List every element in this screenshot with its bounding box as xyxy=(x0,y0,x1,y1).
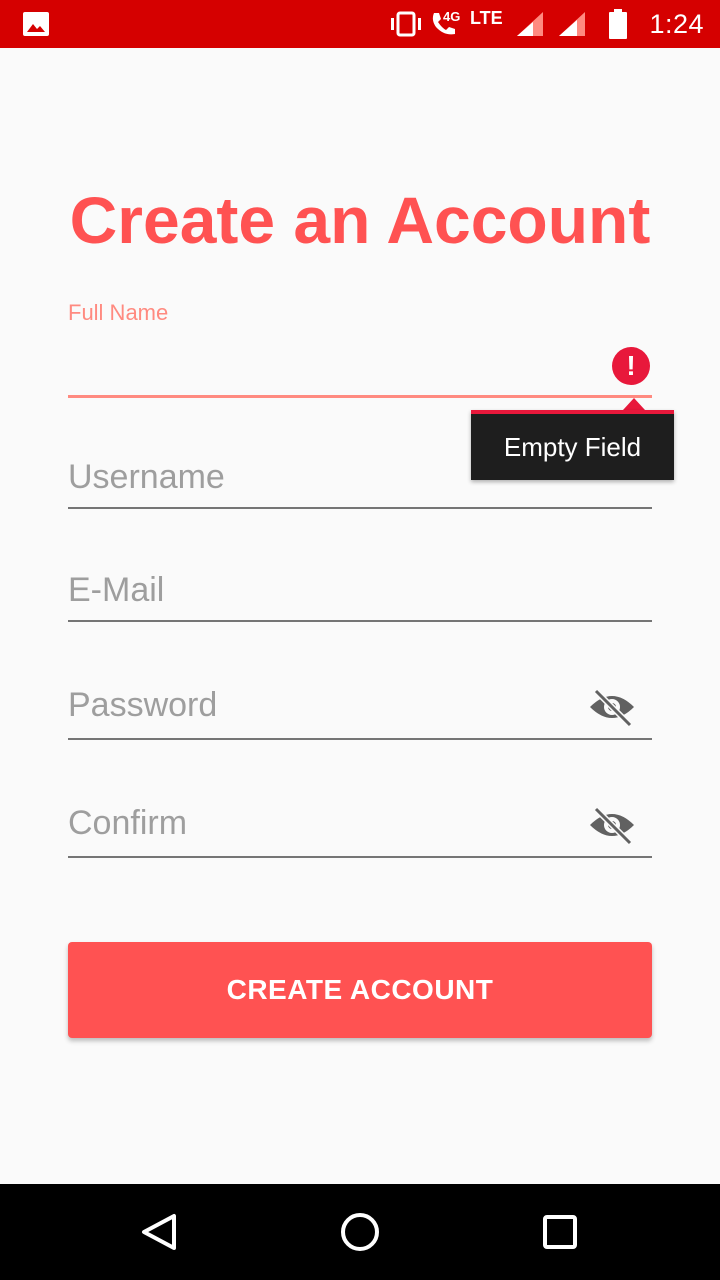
vibrate-icon xyxy=(388,0,424,48)
email-placeholder: E-Mail xyxy=(68,571,165,609)
signal-icon xyxy=(515,0,545,48)
signal-icon xyxy=(557,0,587,48)
network-lte-label: LTE xyxy=(470,7,503,28)
username-underline xyxy=(68,507,652,509)
page-title: Create an Account xyxy=(69,183,651,257)
clock: 1:24 xyxy=(649,8,704,39)
full-name-label: Full Name xyxy=(68,300,169,325)
email-underline xyxy=(68,620,652,622)
navigation-bar xyxy=(0,1184,720,1280)
error-icon[interactable]: ! xyxy=(612,347,650,385)
username-placeholder: Username xyxy=(68,458,225,496)
recents-icon[interactable] xyxy=(536,1208,584,1256)
tooltip-arrow xyxy=(623,398,645,410)
back-icon[interactable] xyxy=(136,1208,184,1256)
create-account-button[interactable]: CREATE ACCOUNT xyxy=(68,942,652,1038)
status-bar: 4G LTE 1:24 xyxy=(0,0,720,48)
error-tooltip: Empty Field xyxy=(471,410,674,480)
network-4g-label: 4G xyxy=(443,8,461,24)
confirm-placeholder: Confirm xyxy=(68,804,188,842)
gallery-icon xyxy=(22,0,50,48)
visibility-off-icon[interactable] xyxy=(588,687,636,728)
visibility-off-icon[interactable] xyxy=(588,805,636,846)
password-underline xyxy=(68,738,652,740)
home-icon[interactable] xyxy=(336,1208,384,1256)
battery-icon xyxy=(608,0,628,48)
full-name-underline xyxy=(68,395,652,398)
password-placeholder: Password xyxy=(68,686,218,724)
confirm-underline xyxy=(68,856,652,858)
